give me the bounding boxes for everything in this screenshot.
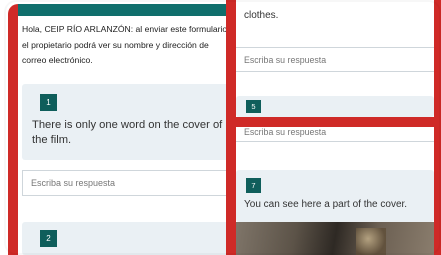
question-number-badge: 1 bbox=[40, 94, 57, 111]
question-number-badge: 2 bbox=[40, 230, 57, 247]
question-number-badge: 7 bbox=[246, 178, 261, 193]
answer-input-4[interactable]: Escriba su respuesta bbox=[236, 47, 434, 72]
question-text-partial: clothes. bbox=[244, 10, 279, 21]
privacy-notice: Hola, CEIP RÍO ARLANZÓN: al enviar este … bbox=[22, 24, 230, 65]
red-divider-horizontal bbox=[226, 117, 441, 127]
photo-highlight bbox=[356, 228, 386, 255]
question-card-5: 5 bbox=[236, 96, 434, 117]
question-card-7: 7 You can see here a part of the cover. bbox=[236, 170, 434, 222]
red-divider-vertical bbox=[226, 0, 236, 255]
question-text: You can see here a part of the cover. bbox=[244, 199, 408, 210]
cover-photo bbox=[236, 222, 434, 255]
question-number-badge: 5 bbox=[246, 100, 261, 113]
left-accent-bar bbox=[8, 4, 18, 255]
answer-input-1[interactable]: Escriba su respuesta bbox=[22, 170, 234, 196]
header-teal-bar bbox=[18, 4, 240, 16]
question-text: There is only one word on the cover of t… bbox=[32, 119, 223, 146]
form-collage: Hola, CEIP RÍO ARLANZÓN: al enviar este … bbox=[0, 0, 441, 255]
question-card-2: 2 bbox=[22, 222, 234, 255]
question-card-1: 1 There is only one word on the cover of… bbox=[22, 84, 234, 160]
red-divider-right bbox=[434, 0, 441, 255]
